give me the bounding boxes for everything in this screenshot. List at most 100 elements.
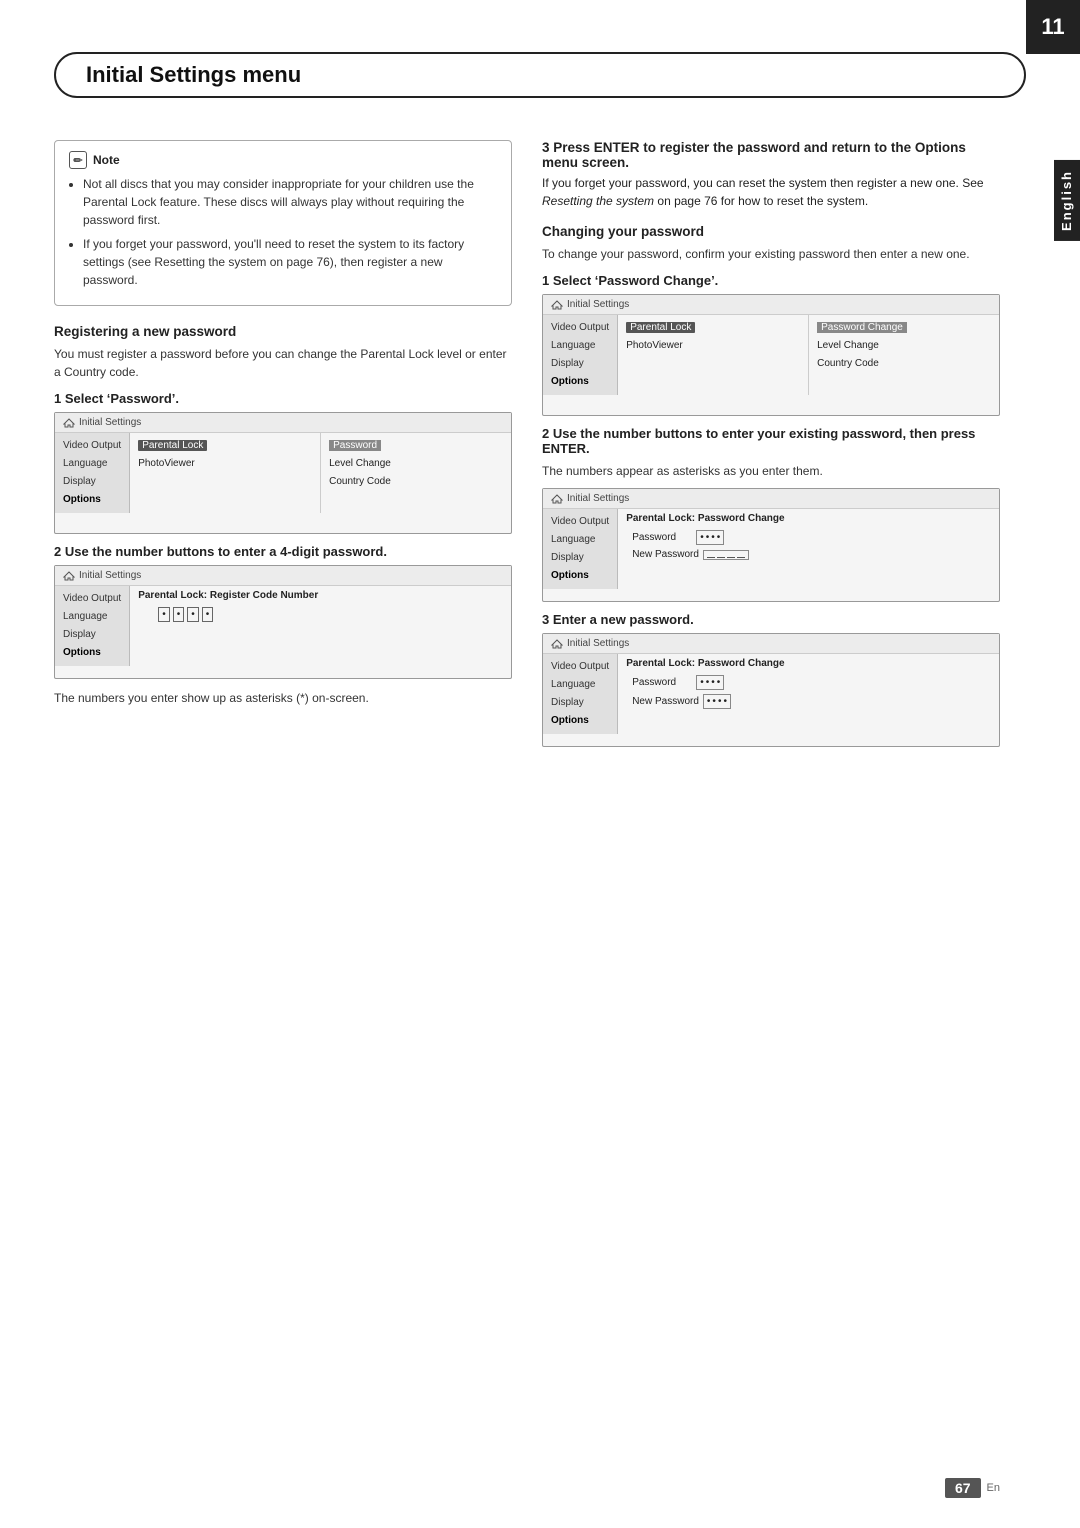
ui4-title-text: Initial Settings	[567, 493, 629, 504]
note-item-1: Not all discs that you may consider inap…	[83, 175, 497, 229]
ui4-dot-4: •	[717, 532, 721, 543]
ui5-dot-4: •	[717, 677, 721, 688]
ui2-title-text: Initial Settings	[79, 570, 141, 581]
ui-screenshot-2: Initial Settings Video Output Language D…	[54, 565, 512, 679]
ui5-newdot-1: •	[707, 696, 711, 707]
ui4-password-label: Password	[632, 532, 692, 543]
ui1-title: Initial Settings	[55, 413, 511, 433]
ui4-dash-1	[707, 557, 715, 558]
ui5-body: Video Output Language Display Options Pa…	[543, 654, 999, 734]
right-step3-para: If you forget your password, you can res…	[542, 174, 1000, 210]
section1-para: You must register a password before you …	[54, 345, 512, 381]
section2-para: To change your password, confirm your ex…	[542, 245, 1000, 263]
ui1-level-change: Level Change	[329, 455, 503, 473]
ui4-sidebar: Video Output Language Display Options	[543, 509, 618, 589]
left-column: ✏ Note Not all discs that you may consid…	[54, 140, 512, 757]
ui-screenshot-3: Initial Settings Video Output Language D…	[542, 294, 1000, 416]
note-list: Not all discs that you may consider inap…	[69, 175, 497, 289]
ui5-password-label: Password	[632, 677, 692, 688]
ui5-dot-1: •	[700, 677, 704, 688]
ui3-body: Video Output Language Display Options Pa…	[543, 315, 999, 395]
note-icon: ✏	[69, 151, 87, 169]
home-icon-5	[551, 639, 563, 649]
ui5-main: Parental Lock: Password Change Password …	[618, 654, 999, 734]
page-title: Initial Settings menu	[86, 62, 301, 88]
page-number-badge: 11	[1026, 0, 1080, 54]
ui5-sidebar-item-4: Options	[551, 712, 609, 730]
main-content: ✏ Note Not all discs that you may consid…	[54, 120, 1000, 1448]
ui1-country-code: Country Code	[329, 473, 503, 491]
ui5-title-text: Initial Settings	[567, 638, 629, 649]
ui3-sidebar-item-2: Language	[551, 337, 609, 355]
ui1-sidebar: Video Output Language Display Options	[55, 433, 130, 513]
ui2-dot-4: •	[202, 607, 214, 622]
title-bar: Initial Settings menu	[54, 52, 1026, 98]
ui3-sidebar-item-4: Options	[551, 373, 609, 391]
footer-page-number: 67	[945, 1478, 981, 1498]
ui1-col1: Parental Lock PhotoViewer	[130, 433, 321, 513]
ui5-sidebar-item-1: Video Output	[551, 658, 609, 676]
ui2-dot-3: •	[187, 607, 199, 622]
ui4-newpassword-label: New Password	[632, 549, 699, 560]
columns-layout: ✏ Note Not all discs that you may consid…	[54, 140, 1000, 757]
ui1-sidebar-item-1: Video Output	[63, 437, 121, 455]
ui2-dots-row: • • • •	[158, 607, 503, 622]
ui1-parental-lock: Parental Lock	[138, 440, 207, 451]
ui4-sidebar-item-4: Options	[551, 567, 609, 585]
ui2-sidebar-item-4: Options	[63, 644, 121, 662]
note-box: ✏ Note Not all discs that you may consid…	[54, 140, 512, 306]
home-icon-4	[551, 494, 563, 504]
right-step3-heading: 3 Press ENTER to register the password a…	[542, 140, 1000, 170]
ui2-dot-2: •	[173, 607, 185, 622]
ui3-main: Parental Lock PhotoViewer Password Chang…	[618, 315, 999, 395]
step2-asterisk-note: The numbers you enter show up as asteris…	[54, 689, 512, 707]
footer-language: En	[987, 1482, 1000, 1494]
ui3-parental-lock: Parental Lock	[626, 322, 695, 333]
ui3-country-code: Country Code	[817, 355, 991, 373]
ui4-password-row: Password • • • •	[626, 528, 991, 547]
ui2-sidebar-item-1: Video Output	[63, 590, 121, 608]
ui3-photoviewer: PhotoViewer	[626, 337, 800, 355]
ui3-col1: Parental Lock PhotoViewer	[618, 315, 809, 395]
ui4-title: Initial Settings	[543, 489, 999, 509]
ui4-newpassword-dashes	[703, 550, 749, 560]
ui2-main: Parental Lock: Register Code Number • • …	[130, 586, 511, 666]
ui5-password-row: Password • • • •	[626, 673, 991, 692]
right-column: 3 Press ENTER to register the password a…	[542, 140, 1000, 757]
ui1-password: Password	[329, 440, 381, 451]
ui4-dot-3: •	[711, 532, 715, 543]
ui3-sidebar-item-3: Display	[551, 355, 609, 373]
ui4-sidebar-item-3: Display	[551, 549, 609, 567]
ui5-title: Initial Settings	[543, 634, 999, 654]
ui5-newdot-4: •	[723, 696, 727, 707]
right-step2-para: The numbers appear as asterisks as you e…	[542, 462, 1000, 480]
ui1-main: Parental Lock PhotoViewer Password Level…	[130, 433, 511, 513]
language-tab-label: English	[1059, 170, 1074, 231]
ui5-newpassword-dots: • • • •	[703, 694, 731, 709]
ui3-level-change: Level Change	[817, 337, 991, 355]
ui-screenshot-4: Initial Settings Video Output Language D…	[542, 488, 1000, 602]
ui3-title-text: Initial Settings	[567, 299, 629, 310]
ui5-newdot-3: •	[718, 696, 722, 707]
ui1-sidebar-item-2: Language	[63, 455, 121, 473]
ui3-title: Initial Settings	[543, 295, 999, 315]
ui5-sidebar-item-2: Language	[551, 676, 609, 694]
ui4-dot-1: •	[700, 532, 704, 543]
ui5-sidebar-item-3: Display	[551, 694, 609, 712]
note-item-2: If you forget your password, you'll need…	[83, 235, 497, 289]
ui4-header-label: Parental Lock: Password Change	[626, 513, 991, 524]
right-step2-heading: 2 Use the number buttons to enter your e…	[542, 426, 1000, 456]
ui4-sidebar-item-1: Video Output	[551, 513, 609, 531]
ui5-sidebar: Video Output Language Display Options	[543, 654, 618, 734]
home-icon	[63, 418, 75, 428]
right-step3-label: 3 Enter a new password.	[542, 612, 1000, 627]
ui1-title-text: Initial Settings	[79, 417, 141, 428]
ui2-dot-1: •	[158, 607, 170, 622]
ui5-newdot-2: •	[712, 696, 716, 707]
ui2-register-label: Parental Lock: Register Code Number	[138, 590, 503, 601]
ui2-sidebar: Video Output Language Display Options	[55, 586, 130, 666]
ui1-sidebar-item-3: Display	[63, 473, 121, 491]
ui3-sidebar-item-1: Video Output	[551, 319, 609, 337]
ui4-body: Video Output Language Display Options Pa…	[543, 509, 999, 589]
page-number: 11	[1041, 14, 1064, 40]
